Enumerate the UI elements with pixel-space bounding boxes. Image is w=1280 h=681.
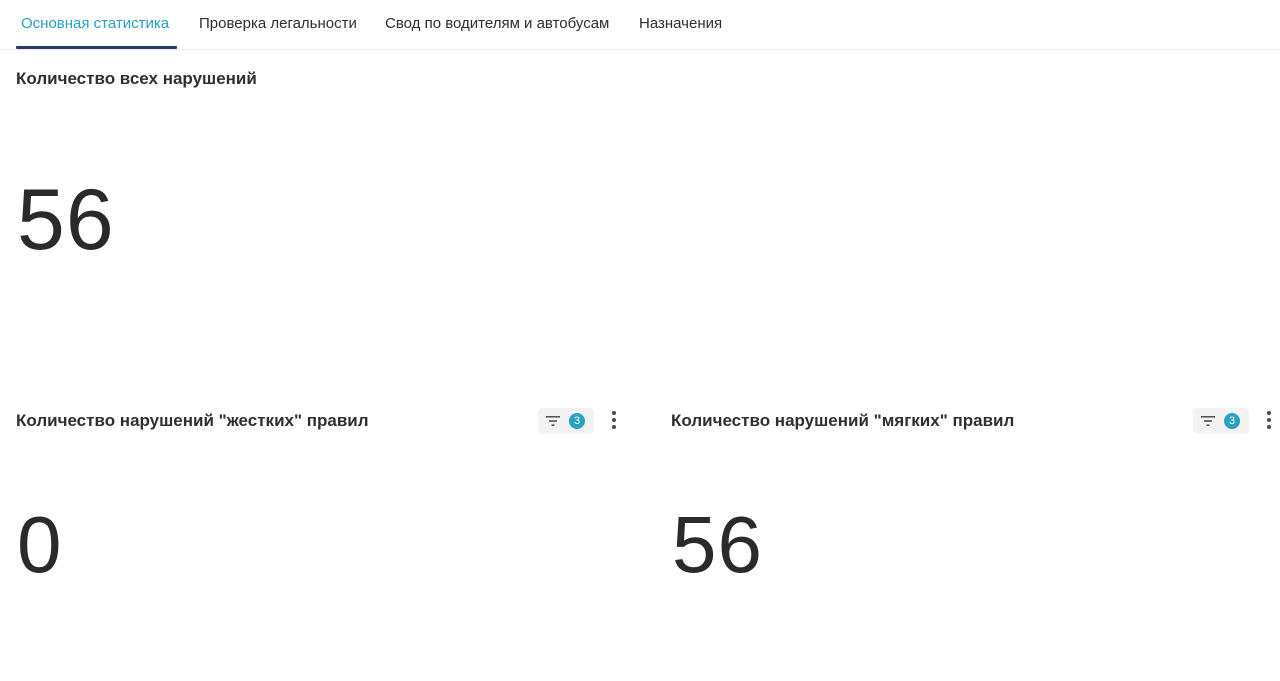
filter-icon <box>546 416 560 426</box>
tab-assignments[interactable]: Назначения <box>639 0 722 49</box>
filter-button-hard[interactable]: 3 <box>538 408 594 434</box>
tab-main-statistics[interactable]: Основная статистика <box>21 0 169 49</box>
filter-count-badge: 3 <box>1224 413 1240 429</box>
filter-button-soft[interactable]: 3 <box>1193 408 1249 434</box>
more-vertical-icon[interactable] <box>1262 409 1276 431</box>
hard-violations-value: 0 <box>17 500 63 589</box>
active-tab-indicator <box>16 46 177 49</box>
tab-drivers-buses-summary[interactable]: Свод по водителям и автобусам <box>385 0 609 49</box>
card-title-soft: Количество нарушений "мягких" правил <box>671 411 1015 430</box>
tab-legality-check[interactable]: Проверка легальности <box>199 0 357 49</box>
soft-violations-value: 56 <box>672 500 763 589</box>
filter-count-badge: 3 <box>569 413 585 429</box>
card-title-hard: Количество нарушений "жестких" правил <box>16 411 369 430</box>
card-title-total: Количество всех нарушений <box>16 69 257 88</box>
filter-icon <box>1201 416 1215 426</box>
total-violations-value: 56 <box>17 172 115 268</box>
more-vertical-icon[interactable] <box>607 409 621 431</box>
tab-bar: Основная статистика Проверка легальности… <box>0 0 1280 50</box>
